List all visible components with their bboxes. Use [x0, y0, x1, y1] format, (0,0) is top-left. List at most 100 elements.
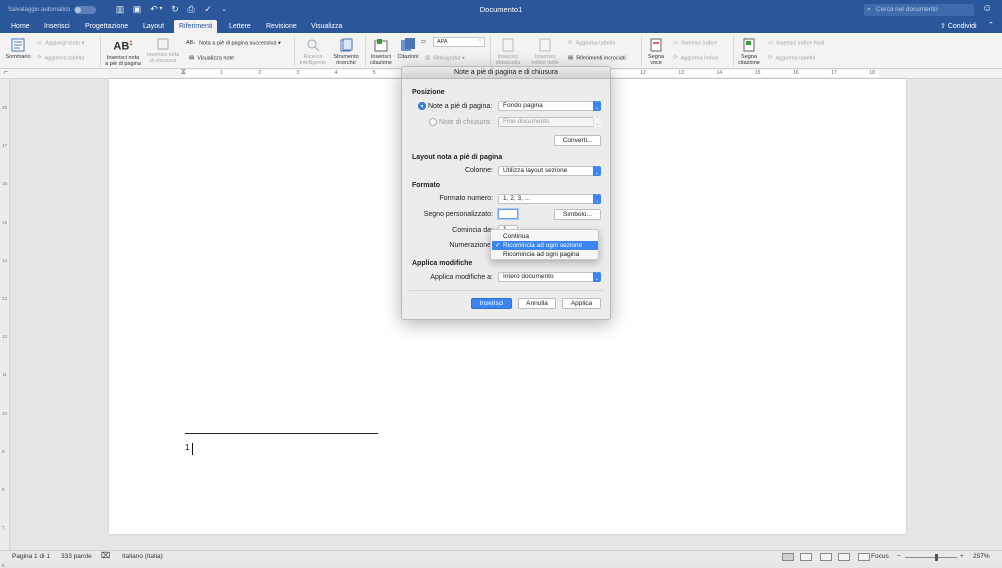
menu-item-ricomincia-sezione[interactable]: ✓ Ricomincia ad ogni sezione: [492, 241, 598, 250]
language[interactable]: Italiano (Italia): [122, 553, 163, 560]
share-button[interactable]: ⇪ Condividi: [940, 21, 977, 32]
inserisci-didascalia-button[interactable]: Inserisci didascalia: [492, 38, 524, 68]
nota-successiva-button[interactable]: AB↓ Nota a piè di pagina successiva ▾: [186, 39, 281, 47]
search-icon: ⌕: [867, 6, 871, 13]
posizione-heading: Posizione: [412, 89, 445, 96]
inserisci-indice-fonti-button[interactable]: ▭ Inserisci indice fonti: [768, 39, 824, 47]
feedback-smiley-icon[interactable]: ☺: [982, 3, 992, 14]
inserisci-citazione-button[interactable]: Inserisci citazione: [367, 38, 395, 66]
tab-progettazione[interactable]: Progettazione: [80, 20, 133, 33]
aggiorna-tabella-2-label: Aggiorna tabella: [575, 40, 616, 47]
inserisci-nota-button[interactable]: AB1 Inserisci nota a piè di pagina: [104, 38, 142, 67]
zoom-slider-handle[interactable]: [935, 554, 938, 561]
aggiungi-testo-button[interactable]: ▭ Aggiungi testo ▾: [37, 39, 84, 47]
inserisci-nota-chiusura-button[interactable]: Inserisci nota di chiusura: [145, 38, 181, 64]
refresh-icon: ⟳: [37, 55, 42, 61]
tab-lettere[interactable]: Lettere: [224, 20, 256, 33]
zoom-out-icon[interactable]: −: [897, 553, 901, 560]
segna-voce-button[interactable]: Segna voce: [643, 38, 669, 66]
inserisci-indice-button[interactable]: ▭ Inserisci indice: [673, 39, 717, 47]
status-bar: Pagina 1 di 1 333 parole ⌧ Italiano (Ita…: [0, 550, 1002, 562]
vruler-number: 18: [2, 105, 8, 110]
vruler-number: 14: [2, 257, 8, 263]
print-layout-view-icon[interactable]: [782, 553, 794, 561]
zoom-in-icon[interactable]: +: [960, 553, 964, 560]
applica-button[interactable]: Applica: [562, 298, 601, 309]
ruler-number: 17: [831, 70, 837, 76]
tab-stop-icon[interactable]: ⌐: [4, 69, 8, 76]
visualizza-note-button[interactable]: ▤ Visualizza note: [189, 54, 234, 62]
footnote-radio[interactable]: [418, 102, 426, 110]
web-layout-view-icon[interactable]: [800, 553, 812, 561]
simbolo-button[interactable]: Simbolo...: [554, 209, 601, 220]
aggiorna-tabella-fonti-button[interactable]: ⟳ Aggiorna tabella: [768, 54, 815, 62]
collapse-ribbon-icon[interactable]: ⌃: [988, 21, 994, 29]
tab-layout[interactable]: Layout: [138, 20, 169, 33]
dialog-separator: [409, 290, 603, 291]
word-count[interactable]: 333 parole: [61, 553, 92, 560]
aggiorna-indice-button[interactable]: ⟳ Aggiorna indice: [673, 54, 719, 62]
sommario-button[interactable]: Sommario: [4, 38, 32, 60]
menu-item-continua[interactable]: Continua: [492, 232, 598, 241]
inserisci-button[interactable]: Inserisci: [471, 298, 512, 309]
outline-view-icon[interactable]: [820, 553, 832, 561]
search-placeholder: Cerca nel documento: [876, 6, 938, 13]
aggiorna-tabella-figure-button[interactable]: ⟳ Aggiorna tabella: [568, 39, 615, 47]
indent-marker-icon[interactable]: ⧖: [181, 69, 186, 77]
tab-inserisci[interactable]: Inserisci: [39, 20, 75, 33]
tab-visualizza[interactable]: Visualizza: [306, 20, 347, 33]
focus-label[interactable]: Focus: [871, 553, 889, 560]
citazioni-button[interactable]: Citazioni: [396, 38, 420, 60]
number-format-value: 1, 2, 3, ...: [503, 195, 531, 202]
focus-icon[interactable]: [858, 553, 870, 561]
tab-revisione[interactable]: Revisione: [261, 20, 302, 33]
vruler-number: 15: [2, 219, 8, 225]
page-count[interactable]: Pagina 1 di 1: [12, 553, 50, 560]
tab-home[interactable]: Home: [6, 20, 35, 33]
ruler-number: 5: [372, 70, 376, 76]
vruler-number: 17: [2, 143, 8, 149]
zoom-slider[interactable]: [905, 557, 957, 558]
converti-button[interactable]: Converti...: [554, 135, 601, 146]
search-input[interactable]: ⌕ Cerca nel documento: [864, 4, 974, 16]
bibliografia-button[interactable]: ▥ Bibliografia ▾: [425, 54, 465, 62]
proofing-icon[interactable]: ⌧: [101, 551, 110, 560]
inserisci-indice-figure-button[interactable]: Inserisci indice delle figure: [527, 38, 563, 68]
menu-item-label: Ricomincia ad ogni pagina: [503, 251, 580, 258]
apply-to-select[interactable]: Intero documento ⌃ ⌄: [498, 272, 601, 282]
citation-style-select[interactable]: APA: [433, 37, 485, 47]
number-format-select[interactable]: 1, 2, 3, ... ⌃ ⌄: [498, 194, 601, 204]
footnote-position-select[interactable]: Fondo pagina ⌃ ⌄: [498, 101, 601, 111]
vertical-ruler[interactable]: 18 17 16 15 14 13 12 11 10 9 8 7 6: [0, 79, 10, 568]
inserisci-citazione-label-2: citazione: [370, 60, 392, 66]
next-footnote-icon: AB↓: [186, 40, 197, 46]
draft-view-icon[interactable]: [838, 553, 850, 561]
chevron-updown-icon: ⌃ ⌄: [593, 100, 601, 111]
inserisci-indice-fonti-label: Inserisci indice fonti: [776, 40, 825, 47]
mark-citation-icon: [743, 38, 755, 52]
vruler-number: 6: [2, 563, 5, 568]
aggiungi-testo-label: Aggiungi testo: [45, 40, 81, 47]
aggiorna-tabella-label: Aggiorna tabella: [44, 55, 85, 62]
columns-select[interactable]: Utilizza layout sezione ⌃ ⌄: [498, 166, 601, 176]
strumento-ricerche-button[interactable]: Strumento ricerche: [330, 38, 362, 66]
segna-citazione-button[interactable]: Segna citazione: [735, 38, 763, 66]
endnote-radio[interactable]: [429, 118, 437, 126]
numbering-dropdown-menu: Continua ✓ Ricomincia ad ogni sezione Ric…: [490, 229, 599, 260]
zoom-level[interactable]: 257%: [973, 553, 990, 560]
ricerca-intelligente-button[interactable]: Ricerca intelligente: [298, 38, 328, 66]
endnote-position-select[interactable]: Fine documento ⌃ ⌄: [498, 117, 601, 127]
custom-mark-input[interactable]: [498, 209, 518, 219]
menu-item-ricomincia-pagina[interactable]: Ricomincia ad ogni pagina: [492, 250, 598, 259]
citations-icon: [401, 38, 415, 51]
smart-lookup-icon: [307, 39, 320, 52]
ribbon-riferimenti: Sommario ▭ Aggiungi testo ▾ ⟳ Aggiorna tab…: [0, 33, 1002, 69]
footnote-number: 1: [185, 443, 190, 452]
tab-riferimenti[interactable]: Riferimenti: [174, 20, 218, 33]
aggiorna-tabella-button[interactable]: ⟳ Aggiorna tabella: [37, 54, 84, 62]
riferimenti-incrociati-button[interactable]: ▤ Riferimenti incrociati: [568, 54, 626, 62]
vruler-number: 9: [2, 448, 5, 454]
annulla-button[interactable]: Annulla: [518, 298, 556, 309]
menu-item-label: Ricomincia ad ogni sezione: [503, 242, 583, 249]
bibliography-icon: ▥: [425, 55, 431, 61]
